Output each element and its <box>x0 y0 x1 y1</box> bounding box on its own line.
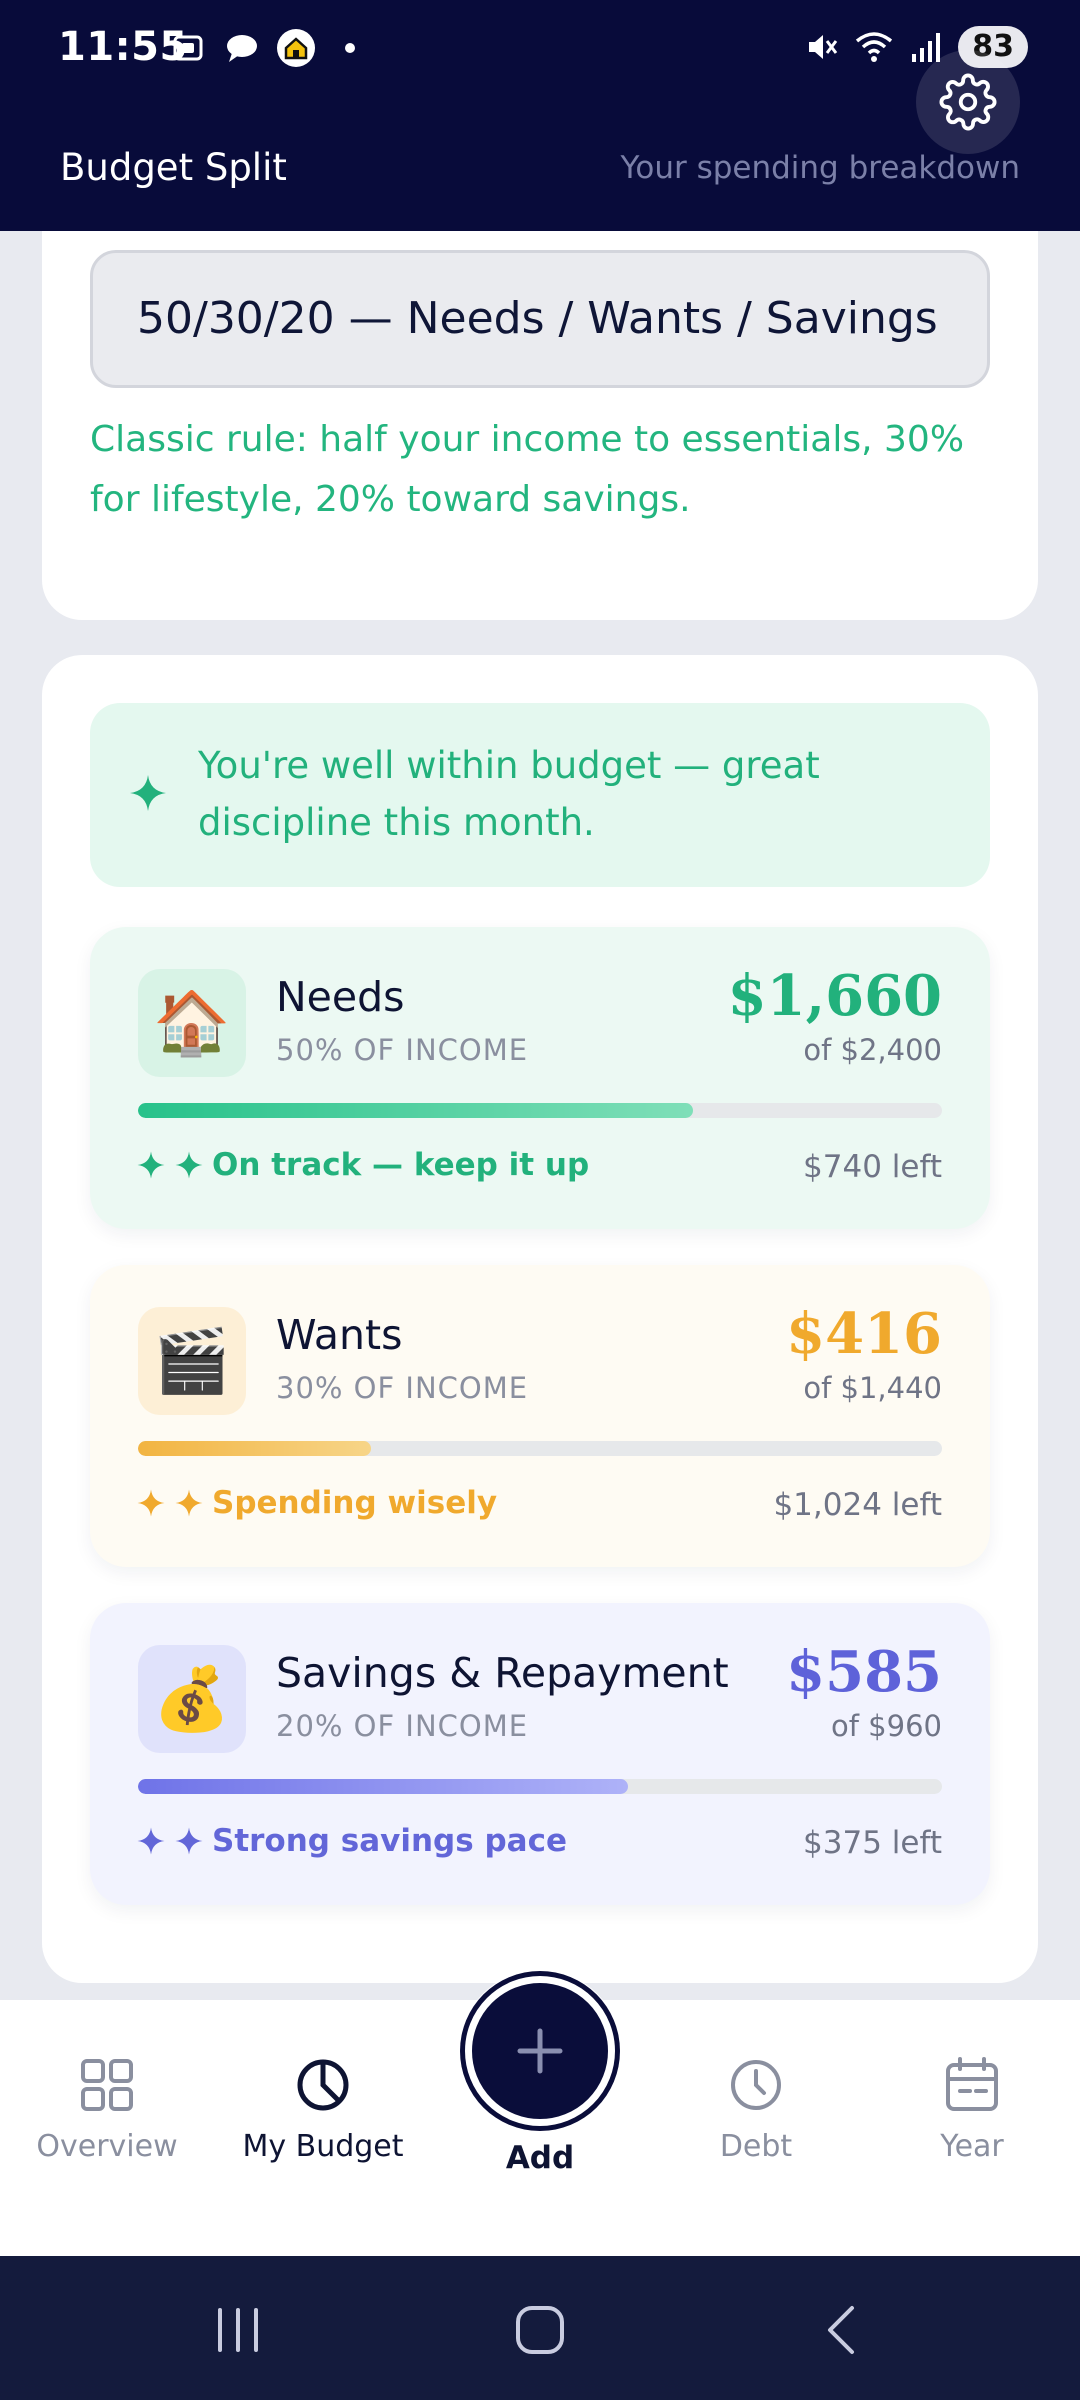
banner-text: You're well within budget — great discip… <box>198 744 820 844</box>
page-title: Budget Split <box>60 146 287 189</box>
category-card-needs[interactable]: 🏠 Needs 50% OF INCOME $1,660 of $2,400 O… <box>90 927 990 1229</box>
notification-icons <box>168 28 370 68</box>
budget-status-banner: You're well within budget — great discip… <box>90 703 990 887</box>
home-icon[interactable] <box>510 2300 570 2360</box>
settings-button[interactable] <box>916 50 1020 154</box>
category-spent: $1,660 <box>727 963 942 1029</box>
sparkle-icon <box>175 1151 203 1179</box>
nav-label: My Budget <box>242 2129 404 2164</box>
grid-icon <box>81 2059 133 2111</box>
system-nav-bar <box>0 2256 1080 2400</box>
recents-icon[interactable] <box>208 2300 268 2360</box>
category-remaining: $740 left <box>803 1149 942 1185</box>
category-name: Savings & Repayment <box>276 1649 729 1697</box>
house-icon: 🏠 <box>138 969 246 1077</box>
sparkle-icon <box>175 1827 203 1855</box>
sparkle-icon <box>137 1489 165 1517</box>
mute-icon <box>802 27 842 67</box>
budget-rule-card: 50/30/20 — Needs / Wants / Savings Class… <box>42 200 1038 620</box>
dot-icon <box>330 28 370 68</box>
nav-item-my-budget[interactable]: My Budget <box>223 2055 423 2185</box>
add-button[interactable] <box>459 1970 621 2132</box>
plus-icon <box>517 2028 563 2074</box>
budget-rule-description: Classic rule: half your income to essent… <box>90 419 965 520</box>
nav-item-overview[interactable]: Overview <box>7 2055 207 2185</box>
budget-rule-select[interactable]: 50/30/20 — Needs / Wants / Savings <box>90 250 990 388</box>
nav-item-year[interactable]: Year <box>872 2055 1072 2185</box>
category-percent: 30% OF INCOME <box>276 1371 529 1405</box>
sparkle-icon <box>130 775 166 811</box>
nav-label: Debt <box>719 2129 793 2164</box>
nav-item-debt[interactable]: Debt <box>656 2055 856 2185</box>
nav-label: Year <box>940 2129 1004 2164</box>
sparkle-icon <box>137 1151 165 1179</box>
category-card-wants[interactable]: 🎬 Wants 30% OF INCOME $416 of $1,440 Spe… <box>90 1265 990 1567</box>
category-spent: $416 <box>786 1301 942 1367</box>
category-budget: of $960 <box>831 1709 942 1743</box>
category-remaining: $1,024 left <box>773 1487 942 1523</box>
budget-breakdown-card: You're well within budget — great discip… <box>42 655 1038 1983</box>
nav-label: Overview <box>36 2129 178 2164</box>
wifi-icon <box>854 27 894 67</box>
category-name: Wants <box>276 1311 403 1359</box>
gear-icon <box>939 73 997 131</box>
sparkle-icon <box>175 1489 203 1517</box>
progress-bar <box>138 1779 942 1794</box>
money-bag-icon: 💰 <box>138 1645 246 1753</box>
category-budget: of $1,440 <box>803 1371 942 1405</box>
category-remaining: $375 left <box>803 1825 942 1861</box>
category-status-text: Spending wisely <box>212 1485 498 1521</box>
pie-clock-icon <box>297 2059 349 2111</box>
category-percent: 50% OF INCOME <box>276 1033 529 1067</box>
category-status: Strong savings pace <box>136 1823 567 1859</box>
category-spent: $585 <box>786 1639 942 1705</box>
category-status: Spending wisely <box>136 1485 497 1521</box>
chat-icon <box>222 28 262 68</box>
category-status: On track — keep it up <box>136 1147 589 1183</box>
home-app-icon <box>276 28 316 68</box>
sparkle-icon <box>137 1827 165 1855</box>
category-card-savings[interactable]: 💰 Savings & Repayment 20% OF INCOME $585… <box>90 1603 990 1905</box>
back-icon[interactable] <box>812 2300 872 2360</box>
progress-fill <box>138 1103 693 1118</box>
clock-icon <box>731 2060 781 2110</box>
progress-fill <box>138 1441 372 1456</box>
bottom-nav: Overview My Budget Add Debt Year <box>0 1970 1080 2256</box>
clapperboard-icon: 🎬 <box>138 1307 246 1415</box>
calendar-icon <box>946 2057 998 2111</box>
progress-bar <box>138 1103 942 1118</box>
progress-bar <box>138 1441 942 1456</box>
category-status-text: On track — keep it up <box>212 1147 590 1183</box>
category-name: Needs <box>276 973 405 1021</box>
screenshot-icon <box>168 28 208 68</box>
progress-fill <box>138 1779 629 1794</box>
app-header: 11:55 83 Budget Split Your spending brea… <box>0 0 1080 231</box>
category-budget: of $2,400 <box>803 1033 942 1067</box>
category-status-text: Strong savings pace <box>212 1823 568 1859</box>
add-label: Add <box>505 2140 575 2176</box>
category-percent: 20% OF INCOME <box>276 1709 529 1743</box>
page-subtitle: Your spending breakdown <box>620 150 1020 186</box>
